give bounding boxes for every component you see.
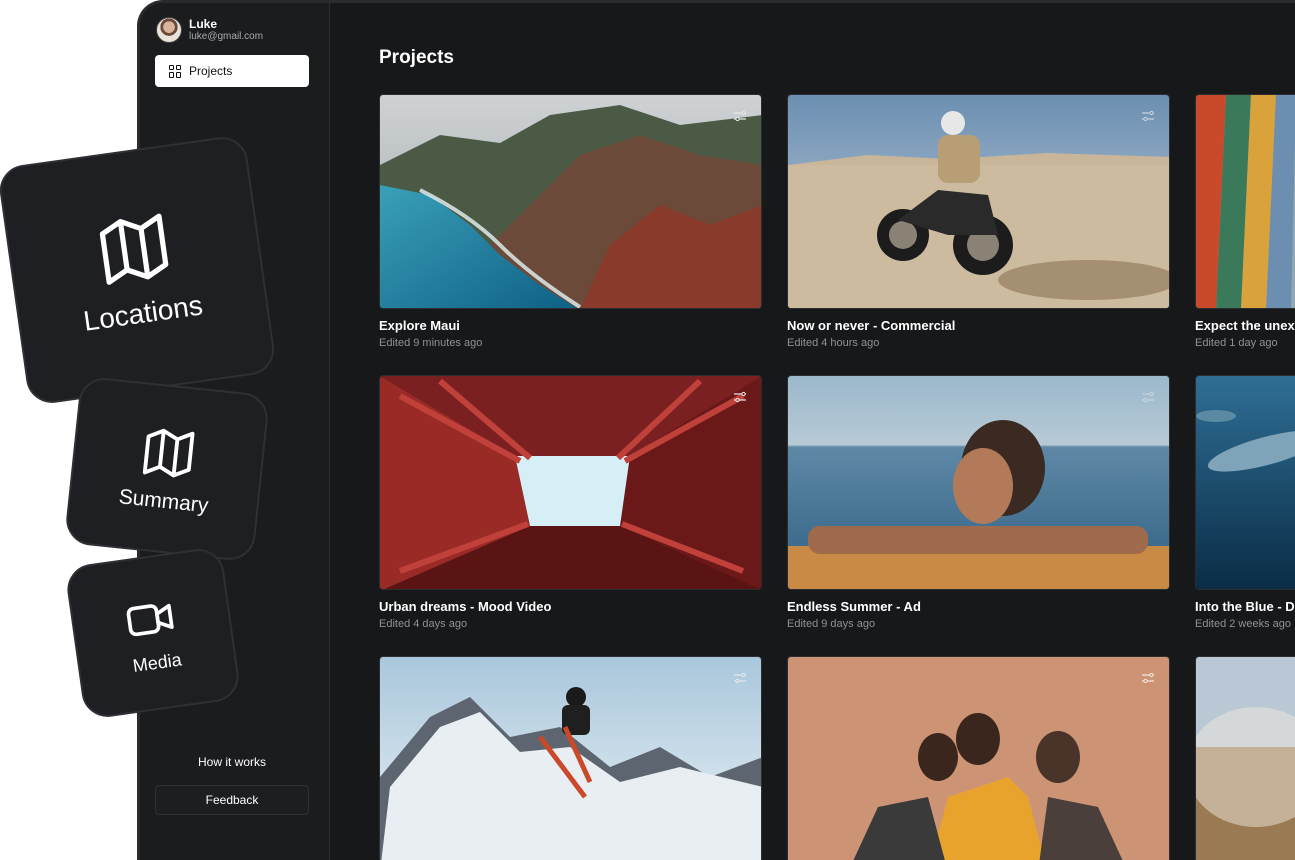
nav-projects-button[interactable]: Projects [155,55,309,87]
project-card[interactable] [1195,656,1295,860]
sliders-icon[interactable] [1141,390,1155,404]
tile-media-label: Media [131,648,183,676]
project-thumbnail[interactable] [787,656,1170,860]
project-card[interactable] [787,656,1170,860]
project-edited: Edited 4 days ago [379,618,468,630]
project-title: Expect the unex [1195,318,1295,333]
project-title: Endless Summer - Ad [787,599,921,614]
avatar [156,17,182,43]
project-title: Now or never - Commercial [787,318,956,333]
app-window: Luke luke@gmail.com Projects How it work… [137,0,1295,860]
tile-locations[interactable]: Locations [0,133,278,407]
project-edited: Edited 2 weeks ago [1195,618,1292,630]
project-card[interactable]: Expect the unex Edited 1 day ago [1195,94,1295,349]
project-card[interactable] [379,656,762,860]
project-edited: Edited 1 day ago [1195,337,1278,349]
map-icon [99,213,169,285]
project-title: Into the Blue - D [1195,599,1295,614]
how-it-works-link[interactable]: How it works [155,755,309,769]
project-card[interactable]: Now or never - Commercial Edited 4 hours… [787,94,1170,349]
feedback-button[interactable]: Feedback [155,785,309,815]
sliders-icon[interactable] [1141,671,1155,685]
project-thumbnail[interactable] [379,656,762,860]
project-edited: Edited 9 minutes ago [379,337,483,349]
user-name: Luke [189,16,218,31]
project-thumbnail[interactable] [1195,375,1295,590]
tile-summary-label: Summary [117,485,210,518]
sliders-icon[interactable] [733,671,747,685]
project-edited: Edited 9 days ago [787,618,876,630]
grid-icon [169,64,182,78]
sliders-icon[interactable] [1141,109,1155,123]
project-thumbnail[interactable] [1195,656,1295,860]
project-thumbnail[interactable] [787,375,1170,590]
project-card[interactable]: Explore Maui Edited 9 minutes ago [379,94,762,349]
project-title: Explore Maui [379,318,460,333]
nav-projects-label: Projects [189,64,233,78]
project-card[interactable]: Endless Summer - Ad Edited 9 days ago [787,375,1170,630]
user-email: luke@gmail.com [189,30,264,42]
video-camera-icon [126,603,174,636]
project-card[interactable]: Urban dreams - Mood Video Edited 4 days … [379,375,762,630]
project-thumbnail[interactable] [379,94,762,309]
sliders-icon[interactable] [733,109,747,123]
project-thumbnail[interactable] [787,94,1170,309]
project-card[interactable]: Into the Blue - D Edited 2 weeks ago [1195,375,1295,630]
page-title: Projects [379,47,454,68]
project-edited: Edited 4 hours ago [787,337,880,349]
sliders-icon[interactable] [733,390,747,404]
tile-locations-label: Locations [81,289,205,337]
project-title: Urban dreams - Mood Video [379,599,552,614]
tile-media[interactable]: Media [64,545,242,721]
map-icon [142,428,195,478]
user-profile[interactable]: Luke luke@gmail.com [156,17,263,43]
tile-summary[interactable]: Summary [63,375,271,563]
project-thumbnail[interactable] [1195,94,1295,309]
project-thumbnail[interactable] [379,375,762,590]
